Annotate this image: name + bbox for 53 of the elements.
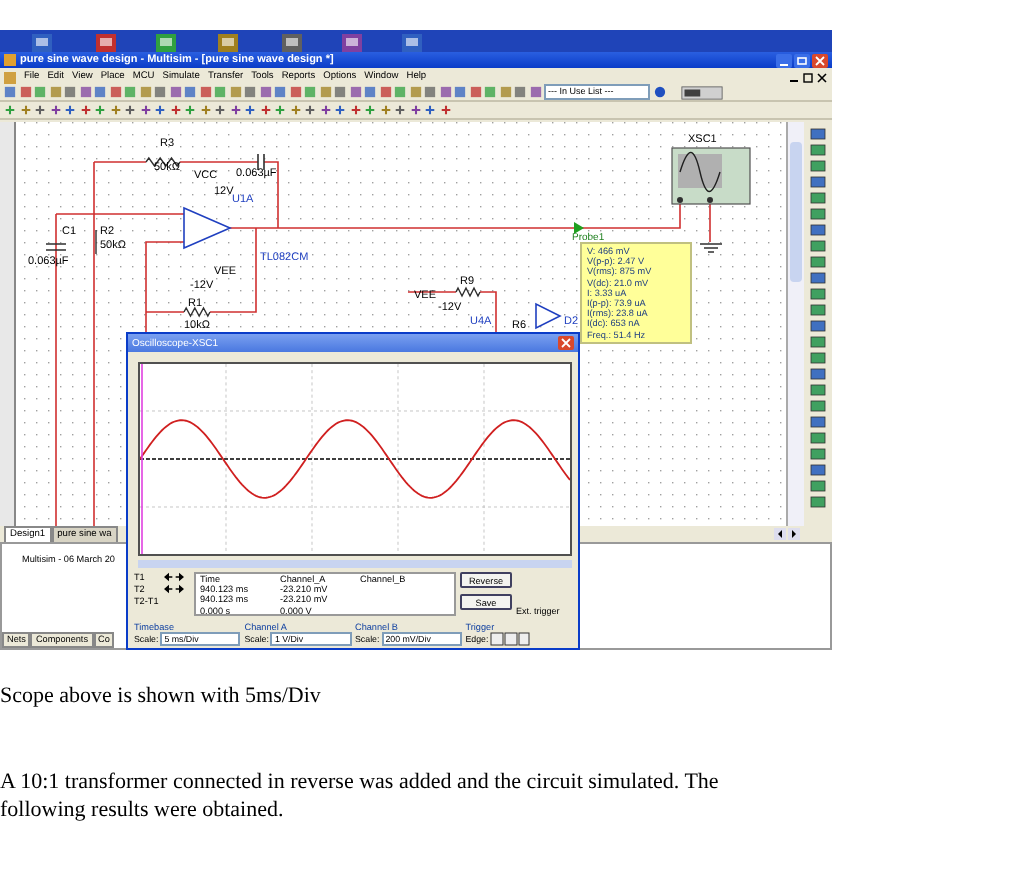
help-icon[interactable] <box>653 86 665 98</box>
desktop-icon[interactable] <box>400 32 424 52</box>
toolbar-icon[interactable] <box>424 104 436 116</box>
toolbar-icon[interactable] <box>244 104 256 116</box>
toolbar-icon[interactable] <box>334 104 346 116</box>
desktop-icon[interactable] <box>30 32 54 52</box>
desktop-icon[interactable] <box>280 32 304 52</box>
restore-icon[interactable] <box>802 71 814 83</box>
toolbar-icon[interactable] <box>304 104 316 116</box>
desktop-icon[interactable] <box>216 32 240 52</box>
toolbar-icon[interactable] <box>139 104 151 116</box>
toolbar-icon[interactable] <box>409 104 421 116</box>
toolbar-icon[interactable] <box>214 104 226 116</box>
toolbar-icon[interactable] <box>379 104 391 116</box>
toolbar-icon[interactable] <box>154 104 166 116</box>
toolbar-icon[interactable] <box>4 104 16 116</box>
toolbar-icon[interactable] <box>94 104 106 116</box>
toolbar-icon[interactable] <box>394 104 406 116</box>
toolbar-icon[interactable] <box>34 104 46 116</box>
vertical-scrollbar[interactable] <box>786 122 804 526</box>
toolbar-icon[interactable] <box>259 104 271 116</box>
toolbar-icon[interactable] <box>274 104 286 116</box>
scroll-left-icon[interactable] <box>774 528 786 540</box>
edge-buttons-icon[interactable] <box>490 632 531 646</box>
toolbar-icon[interactable] <box>79 104 91 116</box>
cursor-arrows-icon[interactable] <box>162 584 186 594</box>
maximize-icon[interactable] <box>794 53 810 67</box>
toolbar-icon[interactable] <box>349 104 361 116</box>
caption: Scope above is shown with 5ms/Div <box>0 684 323 708</box>
desktop-icon[interactable] <box>94 32 118 52</box>
toolbar-icon[interactable] <box>124 104 136 116</box>
toolbar-icon[interactable] <box>49 104 61 116</box>
toolbar-icon[interactable] <box>439 104 451 116</box>
cursor-arrows-icon[interactable] <box>162 572 186 582</box>
toolbar-icon[interactable] <box>199 104 211 116</box>
toolbar-icon[interactable] <box>319 104 331 116</box>
desktop-icon[interactable] <box>340 32 364 52</box>
toolbar-icon[interactable] <box>364 104 376 116</box>
toolbar-icon[interactable] <box>169 104 181 116</box>
app-icon <box>4 54 16 66</box>
toolbar-icon[interactable] <box>289 104 301 116</box>
toolbar-icon[interactable] <box>184 104 196 116</box>
scope-scrollbar[interactable] <box>138 560 572 568</box>
close-icon[interactable] <box>816 71 828 83</box>
toolbar-icon[interactable] <box>64 104 76 116</box>
desktop-icon[interactable] <box>154 32 178 52</box>
toolbar-icon[interactable] <box>19 104 31 116</box>
instrument-toolbar-icon[interactable] <box>680 85 724 99</box>
paragraph: A 10:1 transformer connected in reverse was added and the circuit simulated. The following results were obtained. <box>0 768 721 824</box>
probe-marker-icon[interactable] <box>574 222 585 234</box>
scroll-right-icon[interactable] <box>788 528 800 540</box>
toolbar-icon[interactable] <box>109 104 121 116</box>
toolbar-icon[interactable] <box>229 104 241 116</box>
